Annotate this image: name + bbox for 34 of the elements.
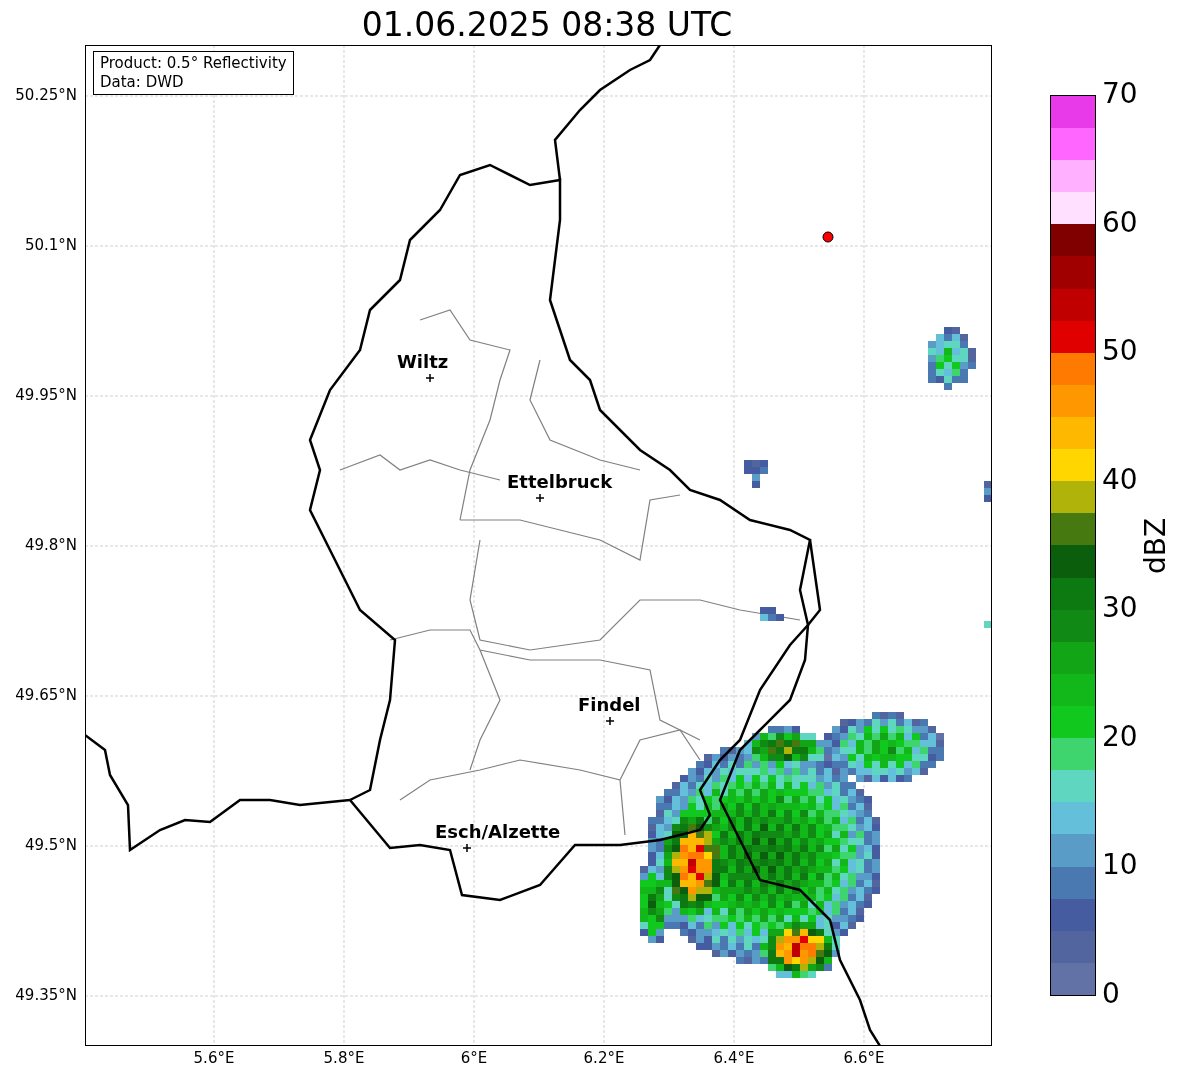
location-dot bbox=[822, 231, 834, 243]
longitude-label: 6.2°E bbox=[582, 1051, 626, 1066]
latitude-label: 49.8°N bbox=[24, 538, 77, 553]
info-text: Data: DWD bbox=[100, 73, 185, 92]
city-label: Esch/Alzette bbox=[435, 823, 561, 841]
colorbar-tick-label: 60 bbox=[1102, 208, 1138, 237]
latitude-label: 49.5°N bbox=[24, 838, 77, 853]
longitude-label: 5.8°E bbox=[322, 1051, 366, 1066]
longitude-label: 6.4°E bbox=[712, 1051, 756, 1066]
city-marker-icon bbox=[535, 493, 545, 503]
city-marker-icon bbox=[605, 716, 615, 726]
chart-title: 01.06.2025 08:38 UTC bbox=[361, 8, 733, 41]
latitude-label: 49.35°N bbox=[15, 988, 77, 1003]
colorbar-tick-label: 20 bbox=[1102, 722, 1138, 751]
longitude-label: 6.6°E bbox=[842, 1051, 886, 1066]
city-label: Ettelbruck bbox=[507, 473, 613, 491]
city-marker-icon bbox=[462, 843, 472, 853]
city-label: Findel bbox=[578, 696, 641, 714]
latitude-label: 49.65°N bbox=[15, 688, 77, 703]
latitude-label: 49.95°N bbox=[15, 388, 77, 403]
colorbar-tick-label: 30 bbox=[1102, 594, 1138, 623]
city-marker-icon bbox=[425, 373, 435, 383]
colorbar-tick-label: 10 bbox=[1102, 851, 1138, 880]
latitude-label: 50.1°N bbox=[24, 238, 77, 253]
colorbar-tick-label: 0 bbox=[1102, 980, 1120, 1008]
latitude-label: 50.25°N bbox=[15, 88, 77, 103]
info-text: Product: 0.5° Reflectivity bbox=[100, 54, 287, 73]
longitude-label: 6°E bbox=[459, 1051, 489, 1066]
colorbar-tick-label: 40 bbox=[1102, 465, 1138, 494]
colorbar-tick-label: 70 bbox=[1102, 80, 1138, 108]
colorbar-label: dBZ bbox=[1138, 517, 1173, 574]
city-label: Wiltz bbox=[397, 353, 449, 371]
longitude-label: 5.6°E bbox=[192, 1051, 236, 1066]
colorbar-tick-label: 50 bbox=[1102, 337, 1138, 366]
